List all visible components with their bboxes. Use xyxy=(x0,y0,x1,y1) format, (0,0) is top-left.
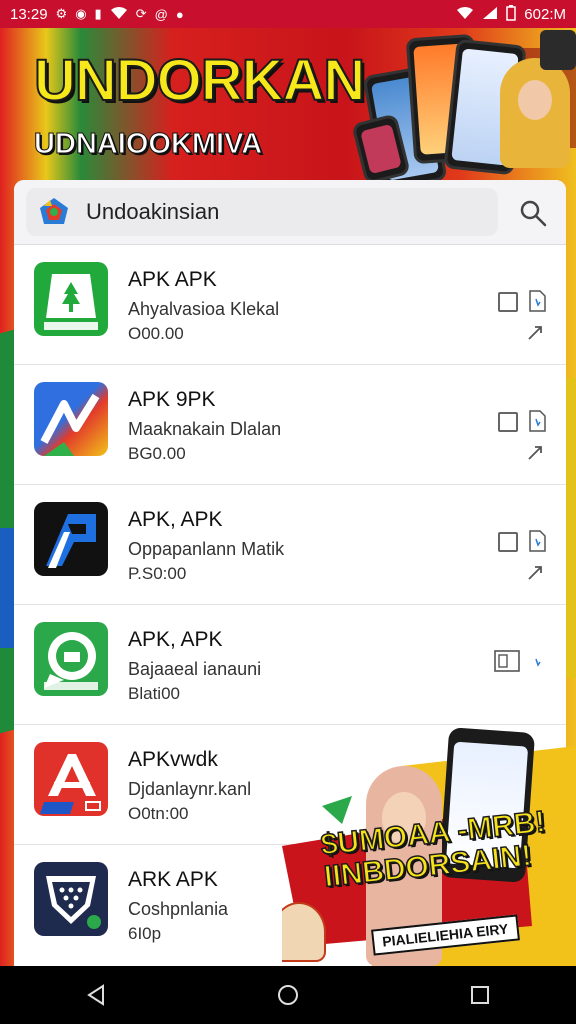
app-description: Maaknakain Dlalan xyxy=(128,419,282,439)
status-right-text: 602:M xyxy=(524,5,566,23)
app-name: ARK APK xyxy=(128,868,218,891)
app-description: Djdanlaynr.kanl xyxy=(128,779,252,799)
mascot-illustration xyxy=(540,30,576,70)
app-price: P.S0:00 xyxy=(128,564,187,583)
select-checkbox[interactable] xyxy=(498,292,518,312)
banner-phones-illustration xyxy=(350,28,576,191)
shield-icon xyxy=(34,862,108,936)
search-value: Undoakinsian xyxy=(86,199,220,224)
back-icon[interactable] xyxy=(85,984,107,1006)
a-logo-icon xyxy=(34,742,108,816)
cell-signal-icon xyxy=(482,6,498,23)
promo-banner[interactable]: $UMOAA -MRB! IINBDORSAIN! PIALIELIEHIA E… xyxy=(282,726,576,966)
app-description: Ahyalvasioa Klekal xyxy=(128,299,280,319)
app-name: APK, APK xyxy=(128,628,223,651)
app-description: Bajaaeal ianauni xyxy=(128,659,262,679)
search-row: Undoakinsian xyxy=(14,180,566,245)
navigation-bar xyxy=(0,966,576,1024)
select-checkbox[interactable] xyxy=(498,532,518,552)
file-icon[interactable] xyxy=(528,410,546,432)
app-name: APKvwdk xyxy=(128,748,218,771)
map-arrow-icon xyxy=(34,382,108,456)
app-name: APK, APK xyxy=(128,508,223,531)
link-icon[interactable] xyxy=(526,444,544,462)
recents-icon[interactable] xyxy=(469,984,491,1006)
battery-icon xyxy=(506,4,517,24)
search-icon[interactable] xyxy=(518,198,548,228)
wifi-signal-icon xyxy=(456,6,474,23)
sync-icon: ⟳ xyxy=(135,6,147,21)
file-icon[interactable] xyxy=(528,650,546,672)
link-icon[interactable] xyxy=(526,324,544,342)
app-price: O0tn:00 xyxy=(128,804,189,823)
app-description: Oppapanlann Matik xyxy=(128,539,285,559)
app-name: APK 9PK xyxy=(128,388,216,411)
banner-headline: UNDORKAN xyxy=(33,48,366,113)
list-item[interactable]: APK APK Ahyalvasioa Klekal O00.00 xyxy=(14,244,566,365)
file-icon[interactable] xyxy=(528,290,546,312)
wifi-icon xyxy=(110,6,128,23)
search-input[interactable]: Undoakinsian xyxy=(26,188,498,236)
link-icon[interactable] xyxy=(526,564,544,582)
status-time: 13:29 xyxy=(10,5,48,23)
home-icon[interactable] xyxy=(276,983,300,1007)
list-item[interactable]: APK, APK Bajaaeal ianauni Blati00 xyxy=(14,604,566,725)
status-bar: 13:29 ⚙ ◉ ▮ ⟳ @ ● 602:M xyxy=(0,0,576,28)
settings-icon: ⚙ xyxy=(55,6,68,21)
store-logo-icon xyxy=(40,198,68,224)
location-icon: ● xyxy=(175,6,184,22)
tablet-icon[interactable] xyxy=(494,650,520,672)
chat-bubble-icon xyxy=(34,622,108,696)
at-icon: @ xyxy=(154,6,168,22)
letter-a-icon xyxy=(34,502,108,576)
list-item[interactable]: APK, APK Oppapanlann Matik P.S0:00 xyxy=(14,484,566,605)
app-name: APK APK xyxy=(128,268,217,291)
green-tree-icon xyxy=(34,262,108,336)
banner-subheadline: UDNAIOOKMIVA xyxy=(33,128,263,160)
media-icon: ◉ xyxy=(75,6,87,21)
app-description: Coshpnlania xyxy=(128,899,229,919)
app-price: 6I0p xyxy=(128,924,162,943)
vibrate-icon: ▮ xyxy=(94,6,102,21)
app-price: O00.00 xyxy=(128,324,184,343)
app-price: BG0.00 xyxy=(128,444,186,463)
app-price: Blati00 xyxy=(128,684,180,703)
file-icon[interactable] xyxy=(528,530,546,552)
list-item[interactable]: APK 9PK Maaknakain Dlalan BG0.00 xyxy=(14,364,566,485)
select-checkbox[interactable] xyxy=(498,412,518,432)
woman-illustration xyxy=(500,58,570,168)
